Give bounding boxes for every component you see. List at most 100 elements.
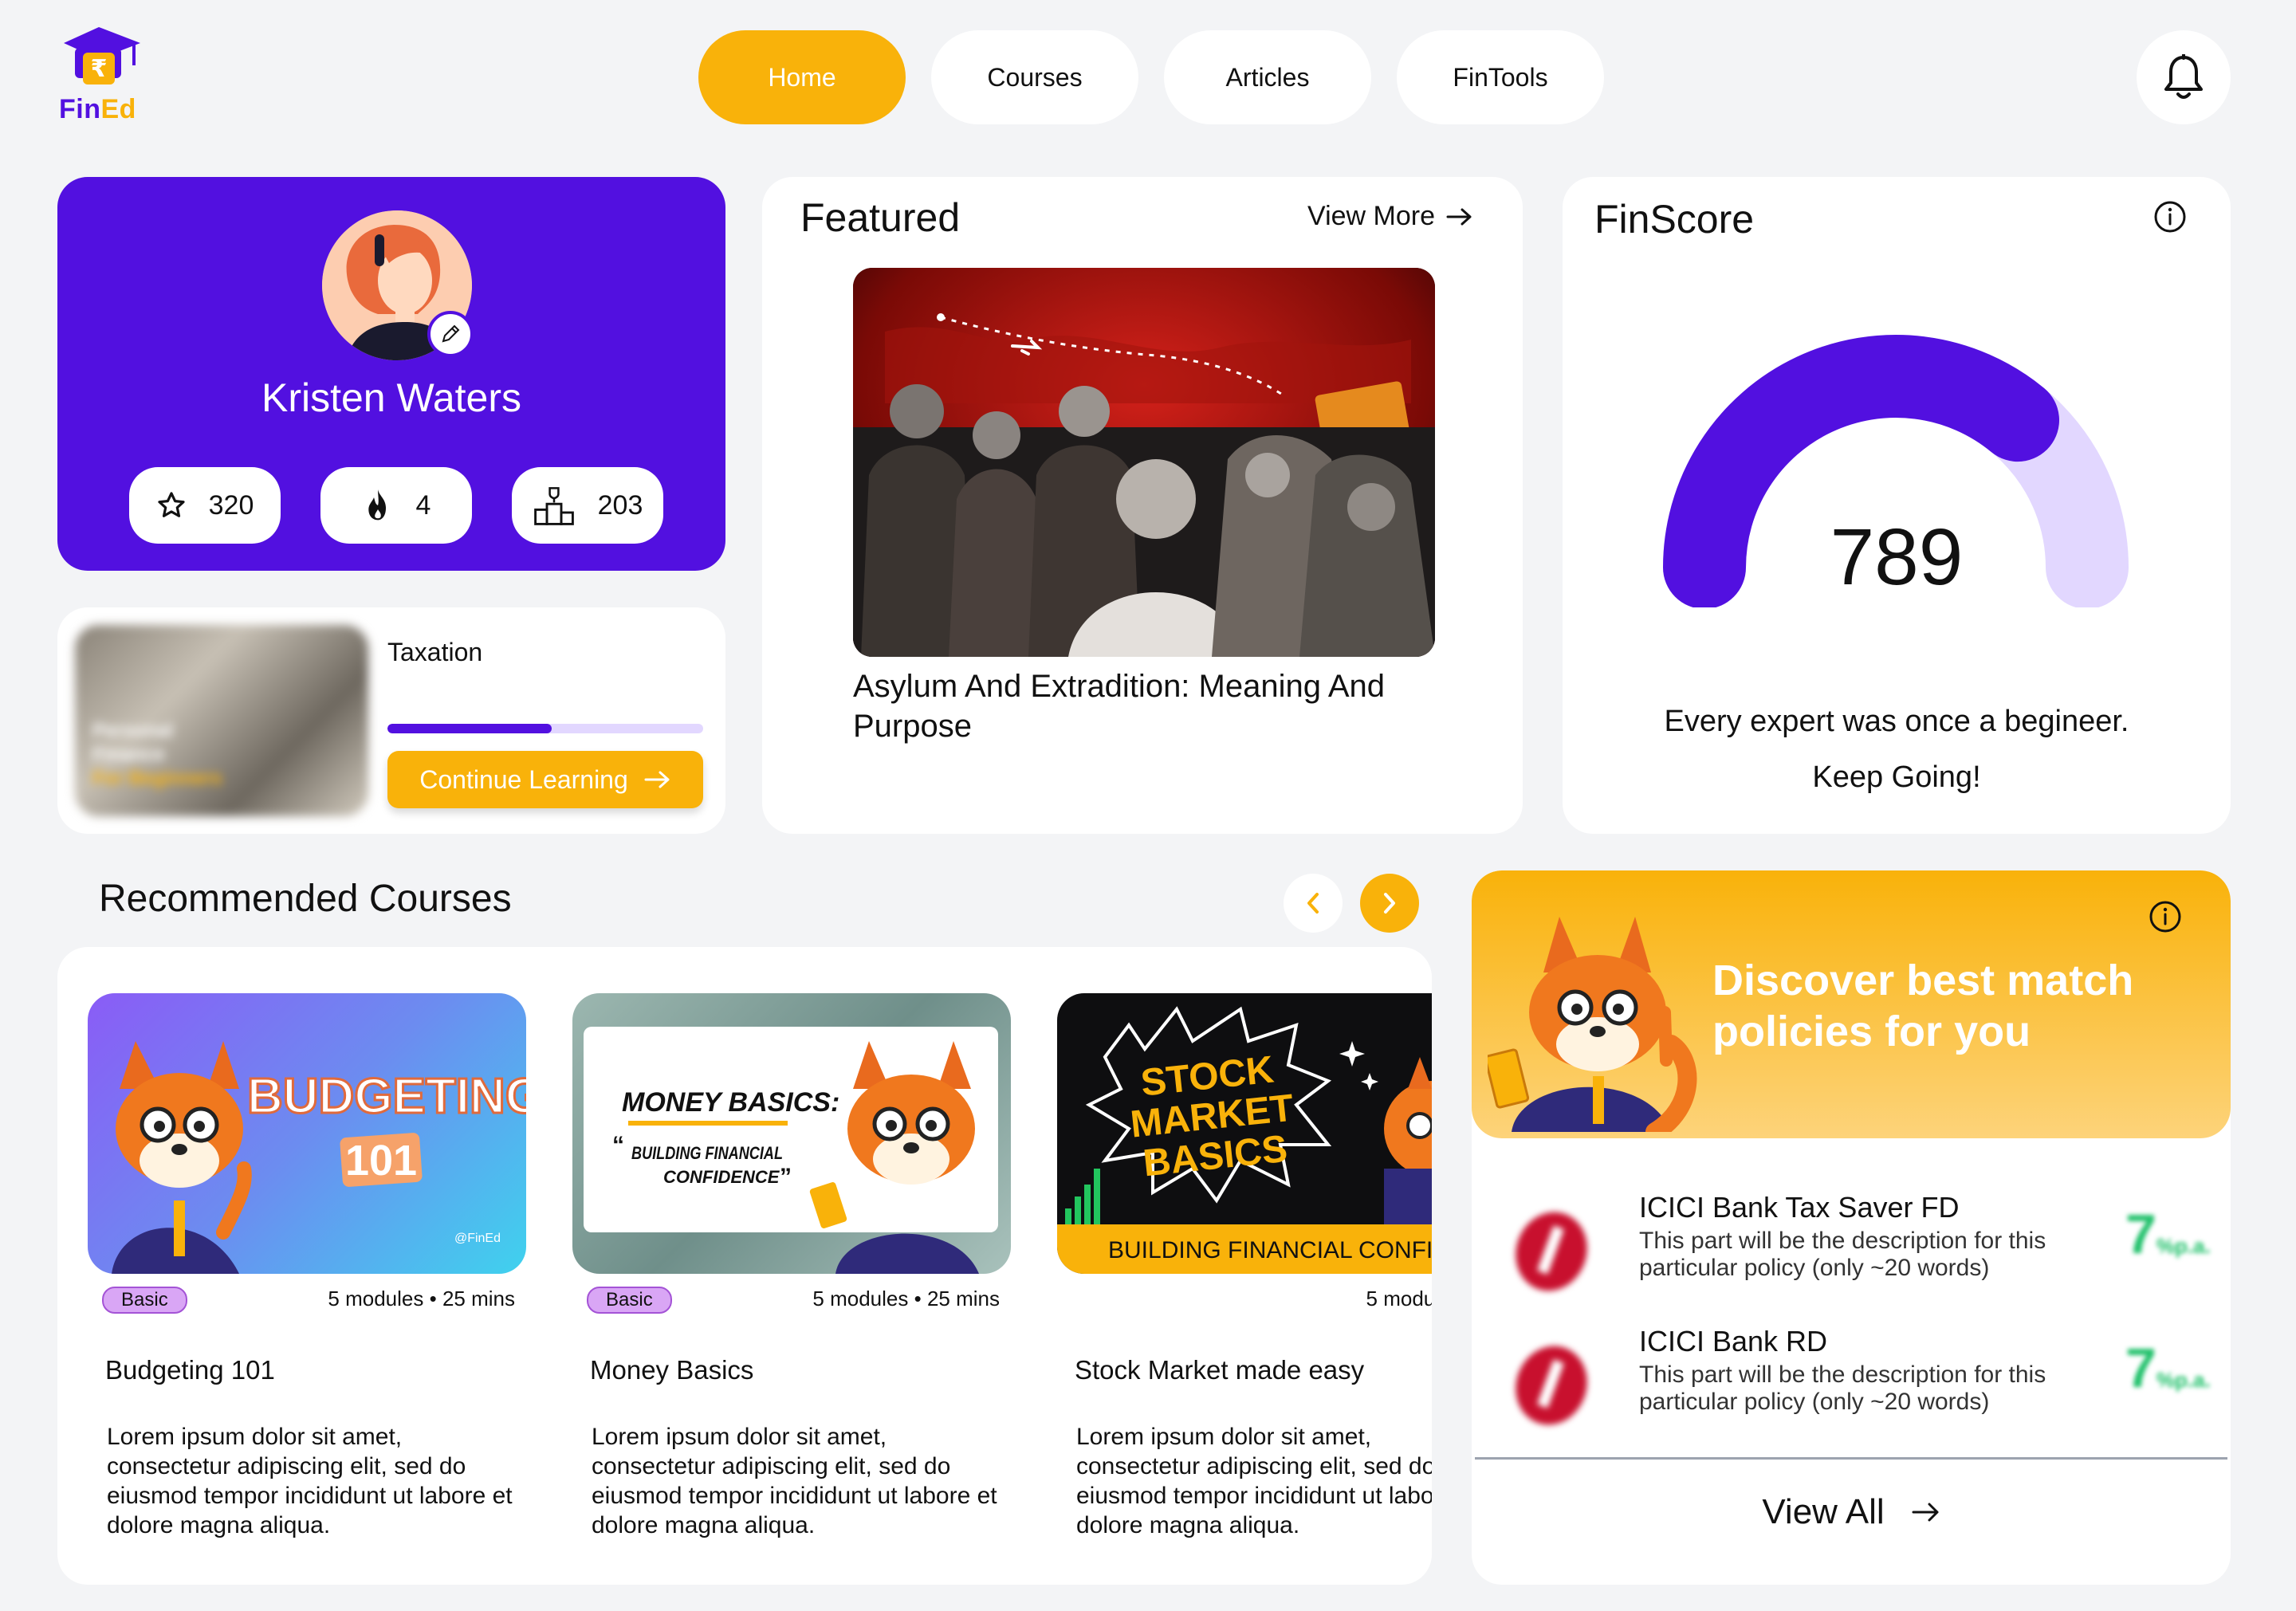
info-icon[interactable]: [2148, 899, 2183, 934]
finscore-title: FinScore: [1594, 197, 1755, 242]
policy-hero-text: Discover best match policies for you: [1712, 957, 2134, 1055]
thumb-handle: @FinEd: [454, 1232, 501, 1245]
stat-streak: 4: [320, 467, 472, 544]
carousel-next-button[interactable]: [1360, 874, 1419, 933]
fox-mascot-icon: [1488, 917, 1697, 1132]
policy-hero[interactable]: Discover best match policies for you: [1472, 870, 2231, 1138]
thumb-banner: BUILDING FINANCIAL CONFID: [1108, 1237, 1432, 1263]
view-all-link[interactable]: View All: [1472, 1492, 2231, 1532]
arrow-right-icon: [644, 771, 670, 788]
pencil-icon: [442, 324, 460, 343]
finscore-message: Every expert was once a begineer. Keep G…: [1563, 694, 2231, 805]
star-icon: [158, 492, 185, 517]
bell-icon: [2164, 54, 2203, 99]
fox-mascot-icon: [1384, 1057, 1432, 1224]
bank-logo-icon: [1516, 1212, 1587, 1291]
course-description: Lorem ipsum dolor sit amet, consectetur …: [1076, 1424, 1432, 1538]
flame-icon: [368, 489, 386, 521]
svg-text:BUILDING FINANCIAL: BUILDING FINANCIAL: [631, 1143, 783, 1163]
dot-separator: •: [914, 1287, 927, 1310]
continue-learning-label: Continue Learning: [419, 764, 628, 794]
finscore-message-line-2: Keep Going!: [1812, 760, 1981, 794]
continue-course-title: Taxation: [387, 638, 483, 666]
nav-home[interactable]: Home: [698, 30, 906, 124]
nav-articles[interactable]: Articles: [1164, 30, 1371, 124]
thumb-line-1: Personal: [92, 720, 174, 741]
course-name: Money Basics: [590, 1355, 754, 1385]
view-more-link[interactable]: View More: [1307, 201, 1473, 232]
fox-mascot-icon: [112, 1041, 252, 1274]
fined-logo[interactable]: ₹ FinEd: [57, 24, 153, 128]
finscore-card: FinScore 789 Every expert was once a beg…: [1563, 177, 2231, 834]
continue-learning-button[interactable]: Continue Learning: [387, 751, 703, 808]
recommended-courses-panel: BUDGETING 101 @FinEd Basic 5 modules • 2…: [57, 947, 1432, 1585]
level-badge: Basic: [102, 1287, 187, 1314]
main-nav: Home Courses Articles FinTools: [698, 30, 1604, 124]
policy-name: ICICI Bank RD: [1639, 1325, 1828, 1358]
divider: [1475, 1457, 2227, 1460]
finscore-message-line-1: Every expert was once a begineer.: [1664, 705, 2129, 738]
bank-logo-icon: [1516, 1346, 1587, 1425]
thumb-line-3: For Beginners: [92, 768, 222, 789]
stat-stars: 320: [129, 467, 281, 544]
course-modules: 5 modules: [812, 1287, 909, 1310]
course-thumbnail[interactable]: MONEY BASICS: “ BUILDING FINANCIAL CONFI…: [572, 993, 1011, 1274]
policy-name: ICICI Bank Tax Saver FD: [1639, 1191, 1960, 1224]
policy-item[interactable]: ICICI Bank Tax Saver FD This part will b…: [1472, 1191, 2231, 1318]
logo-wordmark: FinEd: [59, 94, 136, 124]
featured-title: Featured: [800, 195, 961, 240]
nav-courses[interactable]: Courses: [931, 30, 1138, 124]
continue-course-thumbnail[interactable]: Personal Finance For Beginners: [75, 625, 368, 816]
course-description: Lorem ipsum dolor sit amet, consectetur …: [592, 1424, 997, 1538]
course-name: Budgeting 101: [105, 1355, 275, 1385]
policy-item[interactable]: ICICI Bank RD This part will be the desc…: [1472, 1325, 2231, 1452]
arrow-right-icon: [1912, 1503, 1939, 1522]
svg-text:CONFIDENCE: CONFIDENCE: [663, 1167, 780, 1187]
view-more-label: View More: [1307, 201, 1435, 231]
course-thumbnail[interactable]: BUDGETING 101 @FinEd: [88, 993, 526, 1274]
notifications-button[interactable]: [2137, 30, 2231, 124]
policy-rate: 7%p.a.: [2125, 1337, 2211, 1399]
course-progress-bar: [387, 724, 703, 733]
thumb-line-2: Finance: [92, 744, 165, 765]
thumb-title: BUDGETING: [247, 1069, 526, 1124]
info-icon[interactable]: [2152, 199, 2188, 234]
finscore-value: 789: [1830, 513, 1964, 602]
graduation-cap-logo-icon: ₹: [64, 27, 140, 84]
course-card-money-basics[interactable]: MONEY BASICS: “ BUILDING FINANCIAL CONFI…: [572, 993, 1019, 1540]
policies-card: Discover best match policies for you ICI…: [1472, 870, 2231, 1585]
policy-rate: 7%p.a.: [2125, 1203, 2211, 1265]
chevron-right-icon: [1384, 893, 1395, 914]
course-name: Stock Market made easy: [1075, 1355, 1365, 1385]
profile-card: Kristen Waters 320 4 203: [57, 177, 725, 571]
thumb-sub: 101: [345, 1137, 417, 1185]
course-card-stock-market[interactable]: STOCK MARKET BASICS BUILDING FINANCIAL C…: [1057, 993, 1432, 1540]
policy-description: This part will be the description for th…: [1639, 1228, 2046, 1281]
carousel-prev-button[interactable]: [1284, 874, 1343, 933]
stat-streak-value: 4: [415, 489, 431, 521]
chevron-left-icon: [1307, 893, 1319, 914]
course-thumbnail[interactable]: STOCK MARKET BASICS BUILDING FINANCIAL C…: [1057, 993, 1432, 1274]
arrow-right-icon: [1446, 208, 1472, 225]
recommended-title: Recommended Courses: [99, 878, 512, 920]
thumb-title: MONEY BASICS:: [622, 1087, 839, 1118]
nav-fintools[interactable]: FinTools: [1397, 30, 1604, 124]
level-badge: Basic: [587, 1287, 672, 1314]
course-duration: 25 mins: [442, 1287, 515, 1310]
edit-avatar-button[interactable]: [427, 311, 474, 357]
course-description: Lorem ipsum dolor sit amet, consectetur …: [107, 1424, 513, 1538]
featured-article-title[interactable]: Asylum And Extradition: Meaning And Purp…: [853, 666, 1459, 746]
podium-icon: [533, 487, 574, 525]
thumb-quote-close: ”: [780, 1164, 792, 1190]
course-card-budgeting[interactable]: BUDGETING 101 @FinEd Basic 5 modules • 2…: [88, 993, 534, 1540]
dot-separator: •: [429, 1287, 442, 1310]
featured-article-image[interactable]: [853, 268, 1435, 657]
stat-rank: 203: [512, 467, 663, 544]
stat-rank-value: 203: [597, 489, 643, 521]
thumb-quote-open: “: [612, 1132, 624, 1158]
stat-stars-value: 320: [208, 489, 254, 521]
featured-card: Featured View More Asylum And Extraditio…: [762, 177, 1523, 834]
course-progress-fill: [387, 724, 552, 733]
course-duration: 25 mins: [926, 1287, 1000, 1310]
policy-description: This part will be the description for th…: [1639, 1361, 2046, 1415]
